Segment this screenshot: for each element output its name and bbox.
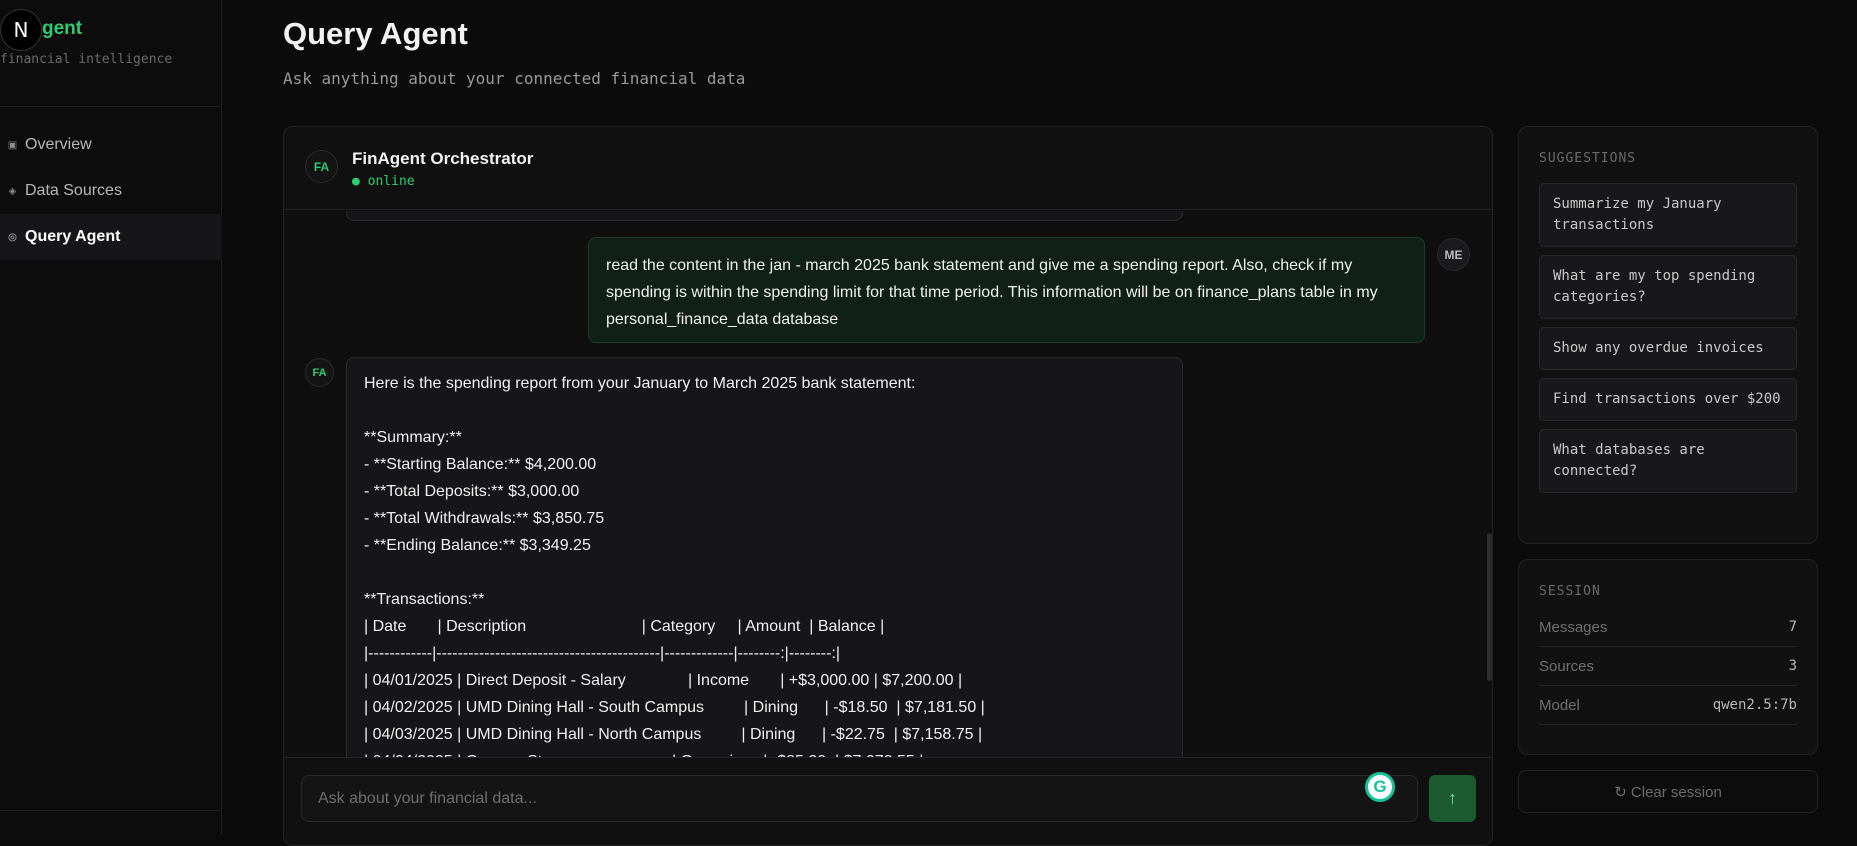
diamond-icon: ◈ (8, 185, 17, 197)
target-icon: ◎ (8, 231, 17, 243)
message-line: - **Total Deposits:** $3,000.00 (364, 483, 580, 500)
message-line: |------------|--------------------------… (364, 645, 841, 662)
chat-panel: FA FinAgent Orchestrator ● online ME rea… (283, 126, 1493, 846)
message-line: | 04/04/2025 | Grocery Store | Groceries… (364, 748, 1165, 757)
agent-message: Here is the spending report from your Ja… (346, 357, 1183, 757)
message-line: | 04/01/2025 | Direct Deposit - Salary |… (364, 672, 963, 689)
message-line: **Summary:** (364, 429, 462, 446)
brand-tagline: financial intelligence (0, 52, 173, 67)
message-line: - **Total Withdrawals:** $3,850.75 (364, 510, 605, 527)
agent-name: FinAgent Orchestrator (352, 149, 534, 168)
message-line (364, 397, 1165, 424)
session-key: Messages (1539, 618, 1608, 636)
message-list[interactable]: ME read the content in the jan - march 2… (284, 211, 1492, 757)
session-title: SESSION (1539, 584, 1601, 599)
message-line: - **Starting Balance:** $4,200.00 (364, 456, 597, 473)
sidebar-item-label: Overview (25, 136, 92, 153)
session-value: 7 (1788, 619, 1797, 635)
sidebar-item-label: Data Sources (25, 182, 122, 199)
send-button[interactable]: ↑ (1429, 775, 1476, 822)
arrow-up-icon: ↑ (1448, 788, 1457, 808)
chat-header: FA FinAgent Orchestrator ● online (284, 127, 1492, 210)
suggestion-item[interactable]: Find transactions over $200 (1539, 378, 1797, 421)
session-panel: SESSION Messages 7 Sources 3 Model qwen2… (1518, 559, 1818, 755)
message-line: - **Ending Balance:** $3,349.25 (364, 537, 591, 554)
sidebar-item-overview[interactable]: ▣ Overview (0, 122, 222, 168)
agent-avatar: FA (305, 150, 338, 183)
suggestions-panel: SUGGESTIONS Summarize my January transac… (1518, 126, 1818, 544)
sidebar-item-query-agent[interactable]: ◎ Query Agent (0, 214, 222, 260)
session-row-model: Model qwen2.5:7b (1539, 686, 1797, 725)
message-line: **Transactions:** (364, 591, 485, 608)
session-row-messages: Messages 7 (1539, 608, 1797, 647)
suggestion-item[interactable]: Summarize my January transactions (1539, 183, 1797, 247)
message-line: | Date | Description | Category | Amount… (364, 618, 885, 635)
chat-scrollbar[interactable] (1487, 533, 1492, 681)
agent-status: ● online (352, 174, 415, 189)
sidebar-item-label: Query Agent (25, 228, 121, 245)
session-row-sources: Sources 3 (1539, 647, 1797, 686)
sidebar-nav: ▣ Overview ◈ Data Sources ◎ Query Agent (0, 122, 222, 260)
square-icon: ▣ (7, 139, 18, 151)
session-value: qwen2.5:7b (1712, 697, 1797, 713)
message-line: | 04/02/2025 | UMD Dining Hall - South C… (364, 699, 985, 716)
message-line: Here is the spending report from your Ja… (364, 375, 916, 392)
sidebar-footer-divider (0, 810, 222, 811)
page-title: Query Agent (283, 16, 468, 51)
brand-name: gent (42, 18, 83, 39)
user-avatar: ME (1437, 238, 1470, 271)
suggestion-item[interactable]: What databases are connected? (1539, 429, 1797, 493)
suggestions-title: SUGGESTIONS (1539, 151, 1637, 166)
suggestion-item[interactable]: What are my top spending categories? (1539, 255, 1797, 319)
sidebar-item-data-sources[interactable]: ◈ Data Sources (0, 168, 222, 214)
agent-avatar: FA (305, 358, 334, 387)
clear-session-button[interactable]: ↻ Clear session (1518, 770, 1818, 813)
suggestion-item[interactable]: Show any overdue invoices (1539, 327, 1797, 370)
message-line: | 04/03/2025 | UMD Dining Hall - North C… (364, 726, 983, 743)
sidebar-divider (0, 106, 222, 107)
session-key: Model (1539, 696, 1580, 714)
session-key: Sources (1539, 657, 1595, 675)
page-subtitle: Ask anything about your connected financ… (283, 69, 746, 88)
session-value: 3 (1788, 658, 1797, 674)
user-message: read the content in the jan - march 2025… (588, 237, 1425, 343)
message-line (364, 559, 1165, 586)
grammarly-icon[interactable]: G (1365, 772, 1395, 802)
composer: G ↑ (284, 757, 1492, 845)
chat-input[interactable] (301, 775, 1418, 822)
app-logo[interactable]: N (0, 9, 42, 51)
sidebar: gent financial intelligence N ▣ Overview… (0, 0, 222, 834)
previous-message (346, 211, 1183, 221)
